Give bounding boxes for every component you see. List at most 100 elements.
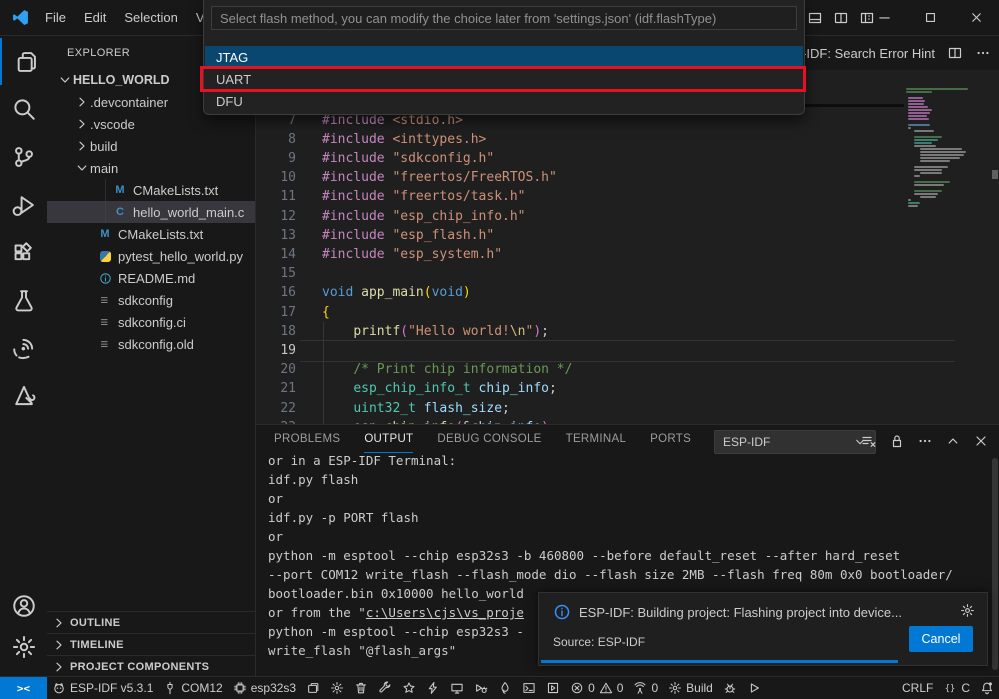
line-number: 22	[256, 399, 296, 418]
activity-explorer[interactable]	[0, 38, 49, 85]
tree-item-cmakelists-txt[interactable]: M CMakeLists.txt	[47, 179, 256, 201]
status-notifications-bell[interactable]	[975, 677, 999, 699]
minimize-button[interactable]	[861, 0, 907, 35]
close-panel-icon[interactable]	[973, 433, 989, 449]
status-build-tool[interactable]	[373, 677, 397, 699]
panel-tab-output[interactable]: OUTPUT	[364, 425, 413, 453]
panel-scrollbar[interactable]	[992, 458, 998, 670]
status-custom-task[interactable]	[541, 677, 565, 699]
tree-item-sdkconfig-ci[interactable]: sdkconfig.ci	[47, 311, 256, 333]
section-project-components[interactable]: PROJECT COMPONENTS	[47, 655, 255, 676]
tree-item-pytest-hello-world-py[interactable]: pytest_hello_world.py	[47, 245, 256, 267]
status-esp-idf-terminal[interactable]	[517, 677, 541, 699]
status-language-mode[interactable]: {}C	[938, 677, 975, 699]
status-select-flash[interactable]	[397, 677, 421, 699]
close-button[interactable]	[953, 0, 999, 35]
trash-icon	[354, 681, 368, 695]
line-text: {	[322, 303, 330, 322]
tree-item-hello-world-main-c[interactable]: Chello_world_main.c	[47, 201, 256, 223]
toggle-panel-icon[interactable]	[807, 10, 823, 26]
octoface-icon	[52, 681, 66, 695]
status-eol-selector[interactable]: CRLF	[897, 677, 938, 699]
wrench-icon	[378, 681, 392, 695]
activity-testing[interactable]	[0, 277, 47, 324]
activity-espressif[interactable]	[0, 325, 47, 372]
section-outline[interactable]: OUTLINE	[47, 611, 255, 634]
notification-settings-icon[interactable]	[960, 603, 975, 618]
list-icon	[99, 338, 112, 351]
status-full-clean[interactable]	[349, 677, 373, 699]
status-problems[interactable]: 00	[565, 677, 628, 699]
panel-more-actions-icon[interactable]	[917, 433, 933, 449]
status-esp-idf-version[interactable]: ESP-IDF v5.3.1	[47, 677, 158, 699]
status-flash-method[interactable]	[301, 677, 325, 699]
panel-tab-ports[interactable]: PORTS	[650, 425, 691, 453]
split-editor-icon[interactable]	[947, 45, 963, 61]
code-line-20: 20 /* Print chip information */	[256, 360, 999, 380]
status-monitor-device[interactable]	[445, 677, 469, 699]
status-flash-device[interactable]	[421, 677, 445, 699]
tree-item-main[interactable]: main	[47, 157, 256, 179]
terminal-icon	[522, 681, 536, 695]
status-debug-launch[interactable]	[718, 677, 742, 699]
activity-settings[interactable]	[0, 623, 47, 670]
file-path-link[interactable]: c:\Users\cjs\vs_proje	[366, 605, 524, 620]
activity-run-debug[interactable]	[0, 181, 47, 228]
activity-esp-idf-tools[interactable]	[0, 373, 47, 420]
tree-item-sdkconfig[interactable]: sdkconfig	[47, 289, 256, 311]
status-cmake-build[interactable]: Build	[663, 677, 718, 699]
tree-item-build[interactable]: build	[47, 135, 256, 157]
tree-item-label: CMakeLists.txt	[133, 183, 218, 198]
cancel-button[interactable]: Cancel	[909, 626, 973, 652]
maximize-panel-icon[interactable]	[945, 433, 961, 449]
minimap[interactable]	[906, 88, 990, 288]
status-debug-device[interactable]	[469, 677, 493, 699]
panel-tab-debug-console[interactable]: DEBUG CONSOLE	[437, 425, 541, 453]
tree-item-cmakelists-txt[interactable]: MCMakeLists.txt	[47, 223, 256, 245]
split-editor-layout-icon[interactable]	[833, 10, 849, 26]
quick-pick-item-jtag[interactable]: JTAG	[205, 46, 803, 68]
quick-pick-input[interactable]	[211, 6, 797, 30]
output-channel-select[interactable]: ESP-IDF	[714, 430, 876, 454]
cmake-file-icon: M	[112, 182, 128, 198]
line-number: 15	[256, 264, 296, 283]
menu-selection[interactable]: Selection	[115, 6, 186, 30]
status-menuconfig[interactable]	[325, 677, 349, 699]
tree-item-label: sdkconfig	[118, 293, 173, 308]
tree-item-readme-md[interactable]: README.md	[47, 267, 256, 289]
activity-search[interactable]	[0, 86, 47, 133]
svg-text:{}: {}	[945, 684, 956, 694]
activity-account[interactable]	[0, 582, 47, 629]
lock-scrolling-icon[interactable]	[889, 433, 905, 449]
panel-tab-problems[interactable]: PROBLEMS	[274, 425, 340, 453]
code-line-9: 9#include "sdkconfig.h"	[256, 149, 999, 169]
maximize-button[interactable]	[907, 0, 953, 35]
status-build-flash-monitor[interactable]	[493, 677, 517, 699]
section-timeline[interactable]: TIMELINE	[47, 633, 255, 656]
notification-toast: ESP-IDF: Building project: Flashing proj…	[538, 592, 988, 666]
tree-item--vscode[interactable]: .vscode	[47, 113, 256, 135]
activity-source-control[interactable]	[0, 134, 47, 181]
editor-actions: ESP-IDF: Search Error Hint	[776, 36, 991, 70]
status-ports-forwarded[interactable]: 0	[628, 677, 663, 699]
tree-item-sdkconfig-old[interactable]: sdkconfig.old	[47, 333, 256, 355]
status-remote-indicator[interactable]: ><	[0, 677, 47, 699]
flame-icon	[498, 681, 512, 695]
search-icon	[11, 96, 37, 122]
activity-extensions[interactable]	[0, 229, 47, 276]
quick-pick-item-dfu[interactable]: DFU	[205, 90, 803, 112]
output-line: or	[268, 527, 283, 546]
status-label: Build	[686, 681, 713, 695]
more-actions-icon[interactable]	[975, 45, 991, 61]
status-device-target[interactable]: esp32s3	[228, 677, 301, 699]
code-editor[interactable]: 7#include <stdio.h>8#include <inttypes.h…	[256, 70, 999, 424]
clear-output-icon[interactable]	[861, 433, 877, 449]
menu-edit[interactable]: Edit	[75, 6, 115, 30]
minimize-icon	[877, 10, 892, 25]
panel-tab-terminal[interactable]: TERMINAL	[566, 425, 627, 453]
status-serial-port[interactable]: COM12	[158, 677, 227, 699]
status-run-launch[interactable]	[742, 677, 766, 699]
menu-file[interactable]: File	[36, 6, 75, 30]
line-text: printf("Hello world!\n");	[322, 322, 549, 341]
chevron-right-icon	[51, 615, 67, 631]
